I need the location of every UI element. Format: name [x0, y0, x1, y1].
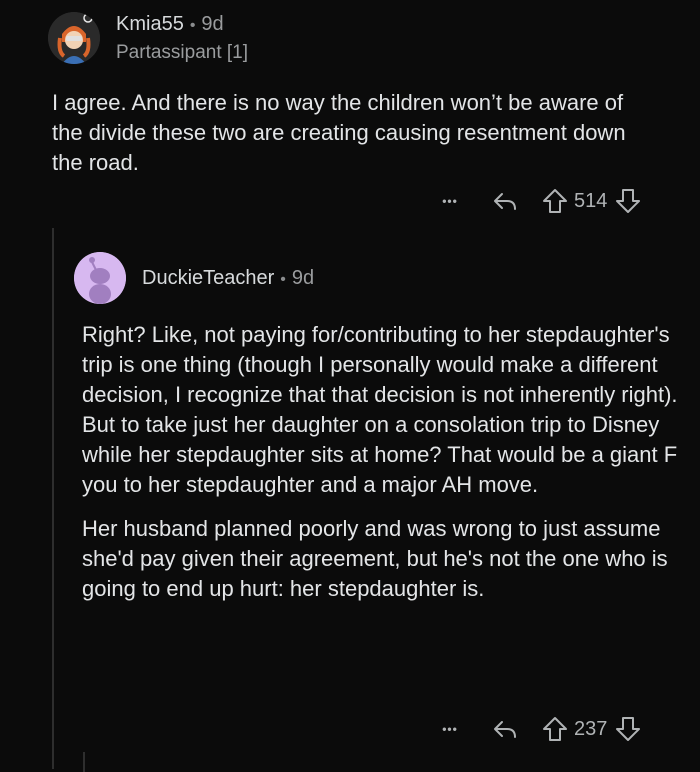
avatar[interactable] — [74, 252, 126, 304]
username[interactable]: DuckieTeacher — [142, 267, 274, 289]
vote-score: 514 — [574, 189, 608, 212]
comment-age: 9d — [201, 12, 224, 35]
comment-header: Kmia55 • 9d Partassipant [1] — [48, 12, 248, 64]
comment-paragraph: Her husband planned poorly and was wrong… — [82, 516, 668, 601]
upvote-arrow-icon — [543, 717, 567, 741]
comment-meta: Kmia55 • 9d Partassipant [1] — [116, 13, 248, 64]
comment-age: 9d — [291, 266, 315, 289]
more-options-icon: ••• — [442, 722, 458, 736]
more-options-button[interactable]: ••• — [430, 722, 470, 736]
separator-dot: • — [189, 16, 196, 34]
comment-header: DuckieTeacher • 9d — [74, 252, 314, 304]
comment-paragraph: Right? Like, not paying for/contributing… — [82, 322, 678, 497]
snoo-avatar-icon — [74, 252, 126, 304]
reply-arrow-icon — [494, 721, 516, 738]
upvote-arrow-icon — [543, 189, 567, 213]
avatar[interactable] — [48, 12, 100, 64]
comment-actions: ••• 514 — [430, 186, 643, 216]
upvote-button[interactable] — [540, 714, 570, 744]
downvote-button[interactable] — [613, 714, 643, 744]
comment-body: Right? Like, not paying for/contributing… — [82, 320, 682, 618]
comment-actions: ••• 237 — [430, 714, 643, 744]
comment-meta: DuckieTeacher • 9d — [142, 267, 314, 290]
user-avatar-icon — [48, 12, 100, 64]
downvote-button[interactable] — [613, 186, 643, 216]
downvote-arrow-icon — [616, 189, 641, 213]
more-options-button[interactable]: ••• — [430, 194, 470, 208]
downvote-arrow-icon — [616, 717, 641, 741]
vote-score: 237 — [574, 717, 608, 740]
user-flair: Partassipant [1] — [116, 41, 249, 63]
username[interactable]: Kmia55 — [116, 13, 184, 35]
reply-button[interactable] — [490, 714, 520, 744]
upvote-button[interactable] — [540, 186, 570, 216]
more-options-icon: ••• — [442, 194, 458, 208]
thread-line-nested[interactable] — [83, 752, 85, 772]
reply-button[interactable] — [490, 186, 520, 216]
reply-arrow-icon — [494, 193, 516, 210]
thread-line[interactable] — [52, 228, 54, 769]
separator-dot: • — [280, 270, 286, 288]
comment-paragraph: I agree. And there is no way the childre… — [52, 90, 626, 175]
comment-body: I agree. And there is no way the childre… — [52, 88, 652, 192]
